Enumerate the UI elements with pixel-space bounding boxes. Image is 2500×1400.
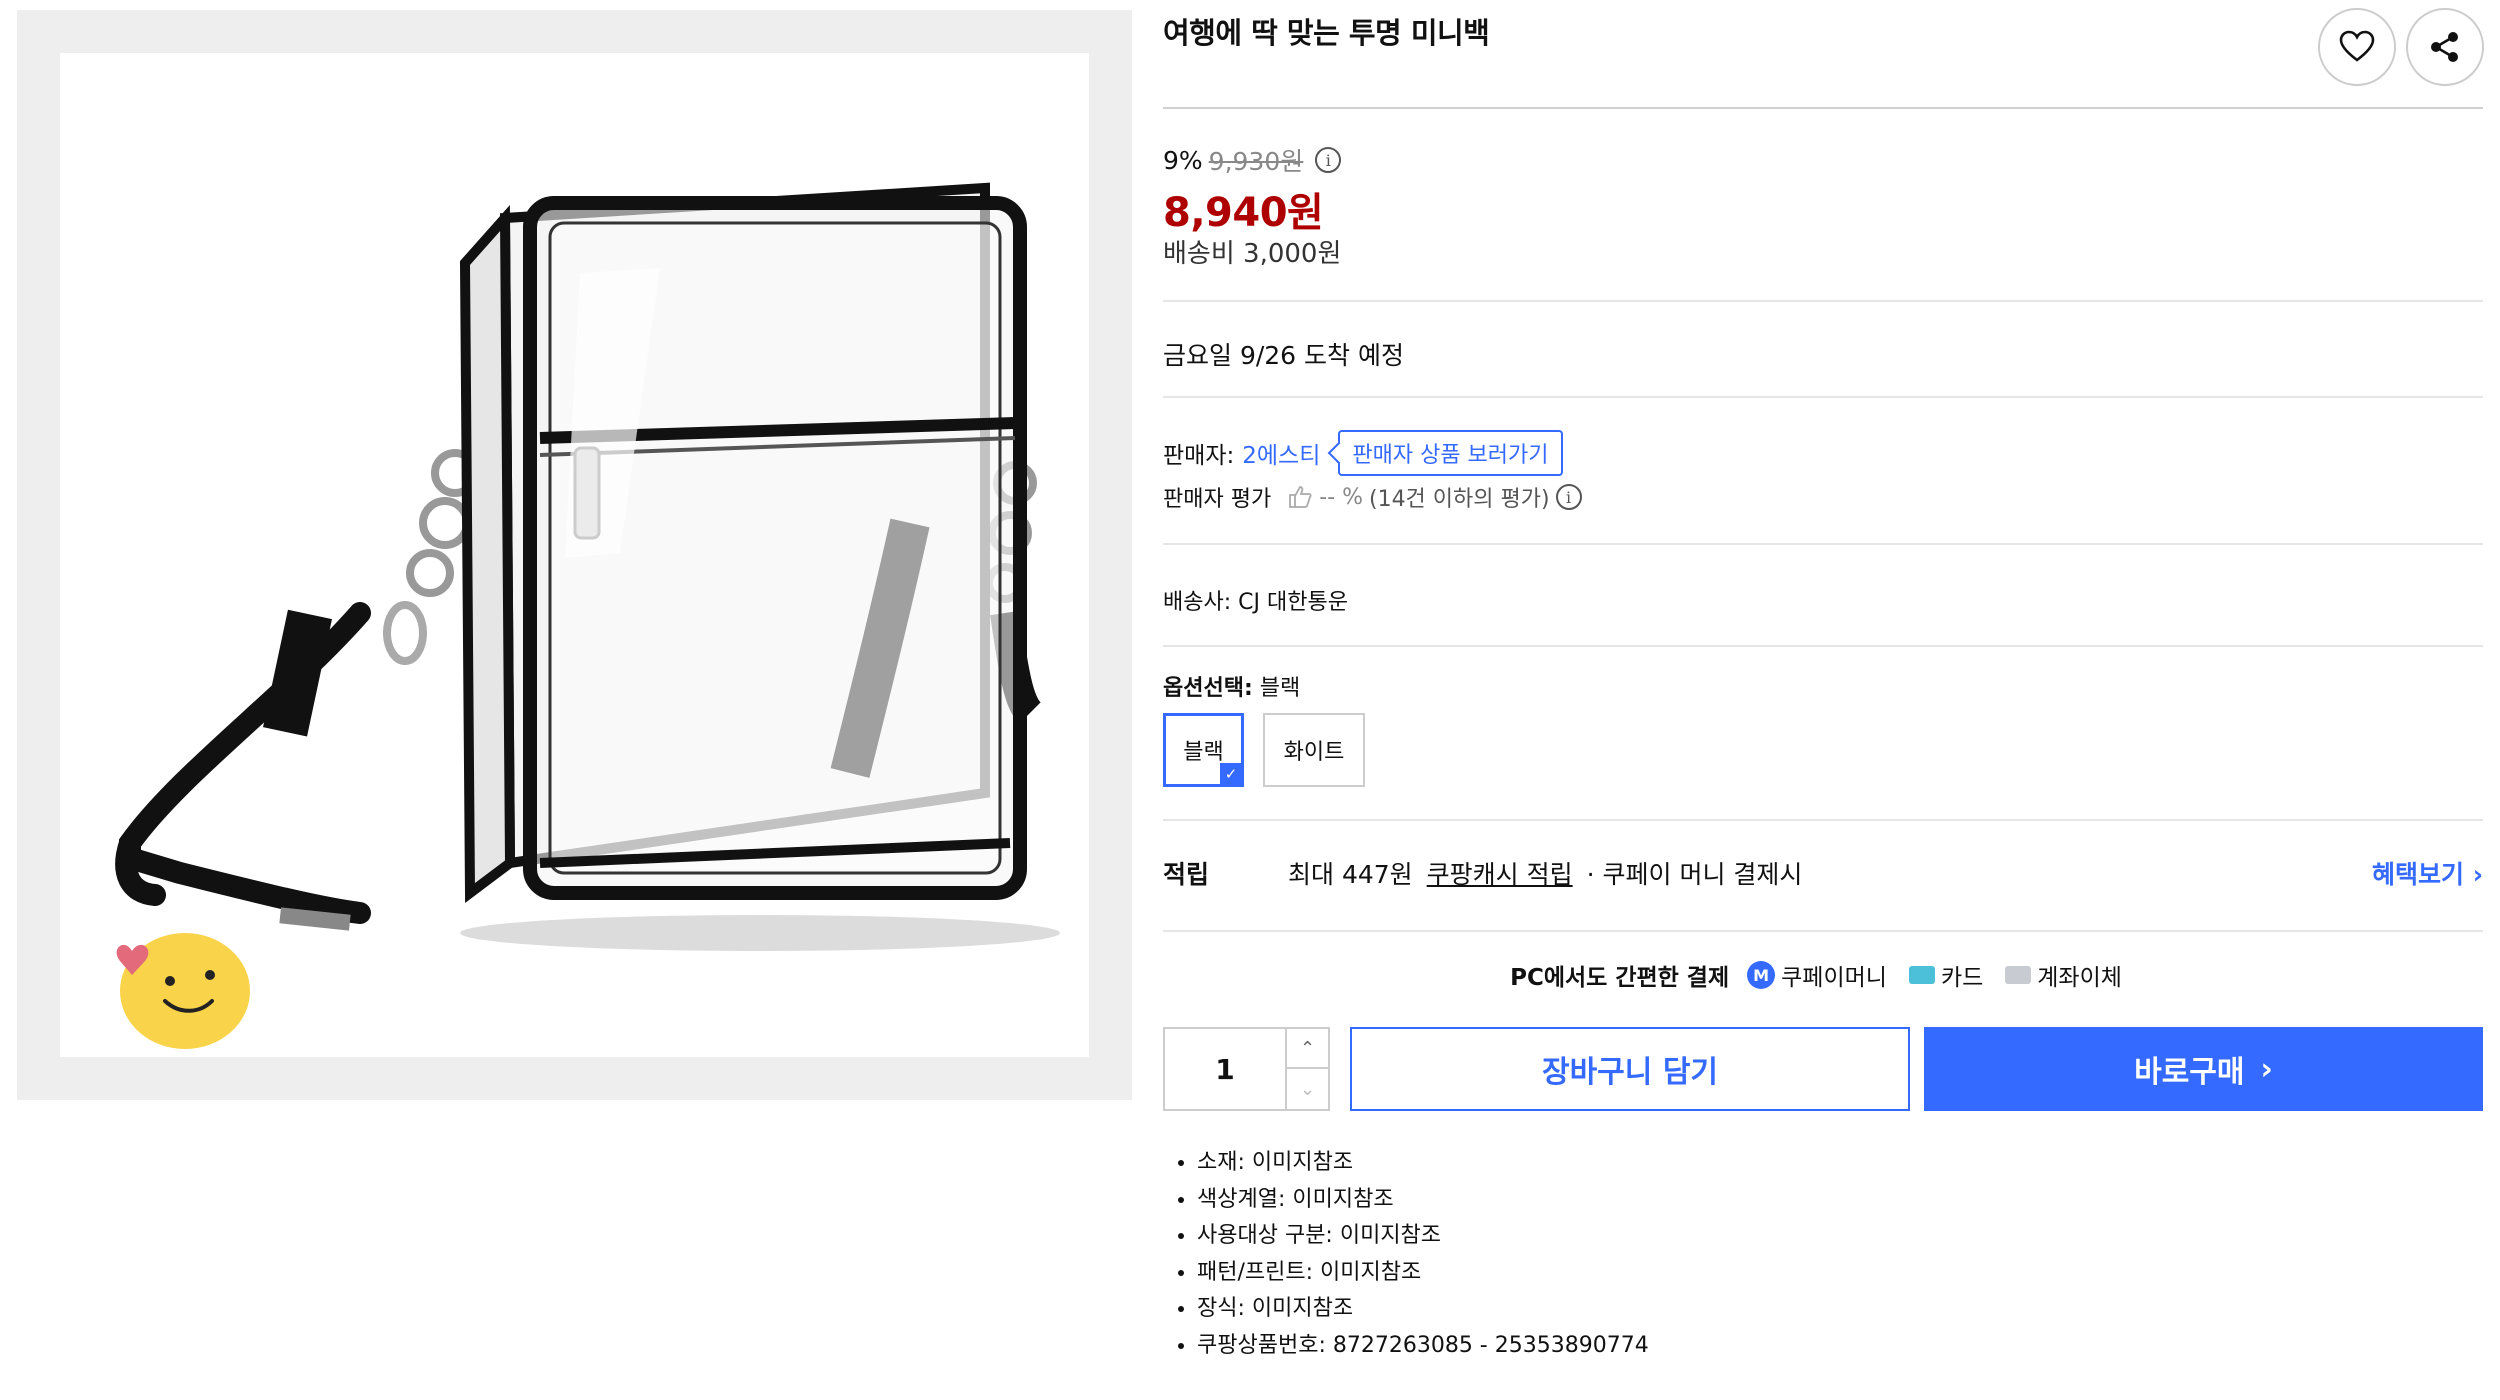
- option-label: 옵션선택: 블랙: [1163, 670, 1300, 702]
- payment-methods-row: PC에서도 간편한 결제 M 쿠페이머니 카드 계좌이체: [1163, 958, 2483, 992]
- product-info-panel: 여행에 딱 맞는 투명 미니백 9% 9,930원 i 8,940원 배송비 3…: [1163, 0, 2484, 1400]
- option-label-title: 옵션선택:: [1163, 676, 1253, 701]
- reward-divider: [1163, 930, 2483, 932]
- info-icon[interactable]: i: [1555, 484, 1582, 510]
- chevron-right-icon: ›: [2472, 860, 2483, 889]
- payment-title: PC에서도 간편한 결제: [1510, 965, 1730, 991]
- carrier-info: 배송사: CJ 대한통운: [1163, 590, 1348, 615]
- option-selected-value: 블랙: [1259, 676, 1301, 701]
- option-divider: [1163, 819, 2483, 821]
- option-white[interactable]: 화이트: [1263, 713, 1365, 787]
- reward-label: 적립: [1163, 860, 1210, 889]
- option-black[interactable]: 블랙 ✓: [1163, 713, 1244, 787]
- info-icon[interactable]: i: [1315, 147, 1342, 173]
- seller-row: 판매자: 2에스티 판매자 상품 보러가기: [1163, 430, 1563, 476]
- coupang-cash-link[interactable]: 쿠팡캐시 적립: [1427, 855, 1573, 891]
- payment-card: 카드: [1908, 958, 1984, 992]
- attribute-item: 색상계열: 이미지참조: [1197, 1182, 1649, 1219]
- wishlist-button[interactable]: [2318, 8, 2396, 86]
- quantity-stepper: 1 ⌃ ⌄: [1163, 1027, 1330, 1111]
- smiley-sticker: [100, 923, 250, 1053]
- quantity-decrease-button[interactable]: ⌄: [1285, 1069, 1328, 1109]
- seller-rating-row: 판매자 평가 -- % (14건 이하의 평가) i: [1163, 481, 1582, 513]
- quantity-input[interactable]: 1: [1165, 1029, 1285, 1109]
- option-black-label: 블랙: [1183, 740, 1224, 765]
- payment-coupay-money: M 쿠페이머니: [1747, 958, 1887, 992]
- discount-rate: 9%: [1163, 145, 1203, 175]
- attribute-item: 소재: 이미지참조: [1197, 1145, 1649, 1182]
- product-gallery: [17, 10, 1132, 1100]
- seller-rating-note: (14건 이하의 평가): [1368, 487, 1550, 512]
- benefits-link[interactable]: 혜택보기 ›: [2372, 855, 2483, 891]
- thumbs-up-icon: [1289, 486, 1312, 508]
- attribute-item: 사용대상 구분: 이미지참조: [1197, 1218, 1649, 1255]
- chevron-down-icon: ⌄: [1299, 1078, 1316, 1100]
- buy-now-label: 바로구매: [2134, 1055, 2245, 1090]
- payment-method-label: 계좌이체: [2037, 965, 2122, 991]
- seller-name-link[interactable]: 2에스티: [1242, 436, 1320, 470]
- reward-text: 최대 447원 쿠팡캐시 적립 · 쿠페이 머니 결제시: [1288, 855, 1802, 891]
- product-attributes-list: 소재: 이미지참조 색상계열: 이미지참조 사용대상 구분: 이미지참조 패턴/…: [1197, 1145, 1649, 1364]
- chevron-right-icon: ›: [2260, 1051, 2273, 1087]
- bank-transfer-icon: [2005, 966, 2032, 984]
- checkmark-icon: ✓: [1220, 763, 1242, 785]
- coupay-money-icon: M: [1747, 961, 1776, 989]
- shipping-fee: 배송비 3,000원: [1163, 239, 1342, 269]
- payment-method-label: 쿠페이머니: [1781, 965, 1887, 991]
- delivery-divider: [1163, 396, 2483, 398]
- benefits-link-label: 혜택보기: [2371, 860, 2464, 889]
- attribute-item: 패턴/프린트: 이미지참조: [1197, 1255, 1649, 1292]
- seller-label: 판매자:: [1163, 443, 1235, 469]
- card-icon: [1908, 966, 1935, 984]
- product-title: 여행에 딱 맞는 투명 미니백: [1163, 16, 1490, 50]
- share-button[interactable]: [2406, 8, 2484, 86]
- seller-rating-value: -- %: [1287, 485, 1363, 510]
- seller-rating-percent: -- %: [1319, 484, 1363, 510]
- reward-row: 적립 최대 447원 쿠팡캐시 적립 · 쿠페이 머니 결제시 혜택보기 ›: [1163, 855, 2483, 895]
- reward-max: 최대 447원: [1288, 860, 1413, 889]
- reward-condition: · 쿠페이 머니 결제시: [1586, 860, 1803, 889]
- product-image[interactable]: [60, 53, 1089, 1057]
- payment-bank-transfer: 계좌이체: [2005, 958, 2122, 992]
- quantity-increase-button[interactable]: ⌃: [1285, 1029, 1328, 1069]
- payment-method-label: 카드: [1940, 965, 1984, 991]
- heart-icon: [2339, 30, 2375, 62]
- title-divider: [1163, 107, 2483, 109]
- seller-divider: [1163, 543, 2483, 545]
- carrier-divider: [1163, 645, 2483, 647]
- option-white-label: 화이트: [1283, 740, 1345, 765]
- attribute-item: 장식: 이미지참조: [1197, 1291, 1649, 1328]
- discount-row: 9% 9,930원 i: [1163, 142, 1342, 178]
- arrival-date: 금요일 9/26 도착 예정: [1163, 341, 1404, 370]
- chevron-up-icon: ⌃: [1299, 1037, 1316, 1059]
- price-divider: [1163, 300, 2483, 302]
- add-to-cart-button[interactable]: 장바구니 담기: [1350, 1027, 1910, 1111]
- sale-price: 8,940원: [1163, 190, 1324, 236]
- original-price: 9,930원: [1208, 147, 1304, 176]
- clear-bag-illustration: [115, 182, 1060, 951]
- attribute-item: 쿠팡상품번호: 8727263085 - 25353890774: [1197, 1328, 1649, 1365]
- seller-products-button[interactable]: 판매자 상품 보러가기: [1338, 430, 1563, 476]
- share-icon: [2431, 32, 2458, 62]
- seller-rating-label: 판매자 평가: [1163, 487, 1272, 512]
- buy-now-button[interactable]: 바로구매 ›: [1924, 1027, 2483, 1111]
